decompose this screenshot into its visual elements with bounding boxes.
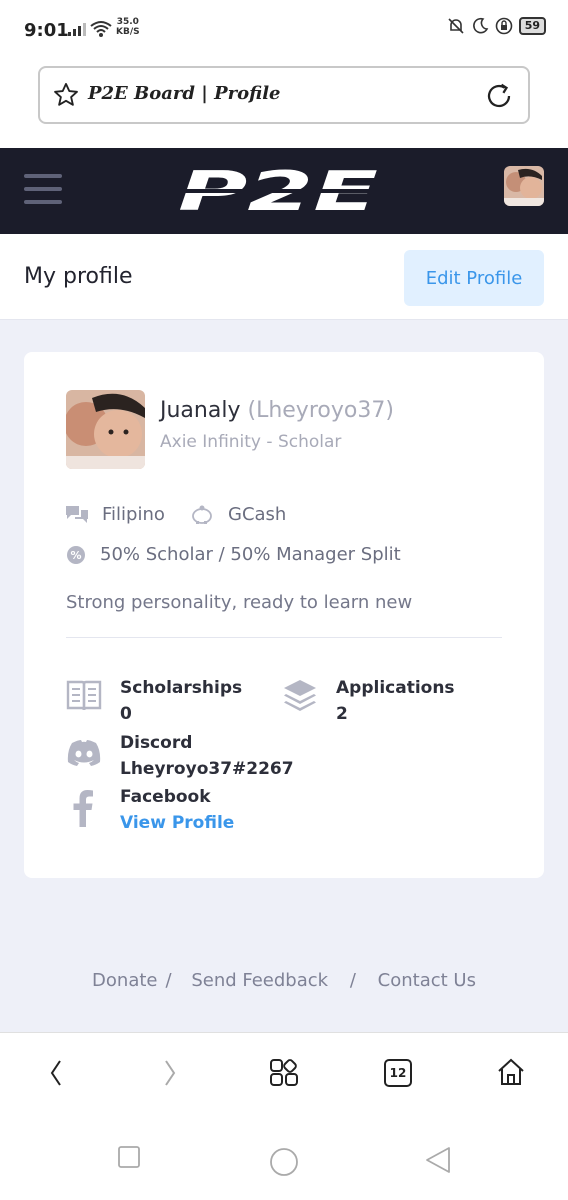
- discord-icon: [66, 739, 102, 771]
- footer-separator: /: [349, 970, 356, 991]
- net-speed: 35.0 KB/S: [116, 17, 140, 37]
- profile-name: Juanaly (Lheyroyo37): [160, 398, 394, 423]
- system-nav-bar: [0, 1120, 568, 1200]
- svg-text:%: %: [70, 549, 81, 562]
- send-feedback-link[interactable]: Send Feedback: [191, 970, 328, 991]
- grid-menu-icon[interactable]: [270, 1057, 298, 1087]
- profile-avatar: [66, 390, 145, 469]
- applications-label: Applications: [336, 678, 455, 698]
- page-title: My profile: [24, 264, 133, 289]
- applications-value: 2: [336, 704, 348, 724]
- chat-icon: [66, 505, 88, 524]
- divider: [66, 637, 502, 638]
- payment-text: GCash: [228, 504, 287, 525]
- facebook-label: Facebook: [120, 787, 211, 807]
- home-icon[interactable]: [496, 1057, 526, 1087]
- footer-links: Donate / Send Feedback / Contact Us: [0, 970, 568, 991]
- split-text: 50% Scholar / 50% Manager Split: [100, 544, 401, 565]
- moon-icon: [472, 17, 488, 34]
- menu-icon[interactable]: [24, 174, 62, 206]
- net-speed-unit: KB/S: [116, 27, 140, 37]
- page-header: My profile Edit Profile: [0, 234, 568, 320]
- profile-handle: (Lheyroyo37): [247, 398, 394, 423]
- profile-card: Juanaly (Lheyroyo37) Axie Infinity - Sch…: [24, 352, 544, 878]
- scholarships-value: 0: [120, 704, 132, 724]
- tabs-count-button[interactable]: 12: [384, 1059, 412, 1087]
- wifi-icon: [90, 21, 112, 37]
- reload-icon[interactable]: [484, 81, 514, 111]
- percent-badge-icon: %: [66, 545, 86, 565]
- lock-rotation-icon: [495, 17, 512, 35]
- browser-toolbar: P2E Board | Profile: [0, 58, 568, 148]
- back-triangle-icon[interactable]: [425, 1146, 451, 1174]
- split-item: % 50% Scholar / 50% Manager Split: [66, 544, 401, 565]
- battery-indicator: 59: [518, 17, 546, 35]
- discord-value: Lheyroyo37#2267: [120, 759, 294, 779]
- page-tab-title: P2E Board | Profile: [88, 83, 281, 104]
- address-bar[interactable]: P2E Board | Profile: [38, 66, 530, 124]
- book-icon: [66, 678, 102, 716]
- donate-link[interactable]: Donate: [92, 970, 157, 991]
- back-icon[interactable]: [46, 1057, 66, 1089]
- p2e-logo[interactable]: P2E: [176, 166, 380, 216]
- edit-profile-button[interactable]: Edit Profile: [404, 250, 544, 306]
- footer-separator: /: [165, 970, 172, 991]
- layers-icon: [282, 678, 318, 718]
- facebook-icon: [72, 789, 94, 831]
- star-icon[interactable]: [52, 81, 80, 109]
- app-header: P2E: [0, 148, 568, 234]
- language-item: Filipino: [66, 504, 165, 525]
- contact-us-link[interactable]: Contact Us: [378, 970, 476, 991]
- forward-icon[interactable]: [160, 1057, 180, 1089]
- profile-subtitle: Axie Infinity - Scholar: [160, 432, 342, 452]
- net-speed-value: 35.0: [116, 17, 139, 27]
- recents-icon[interactable]: [118, 1146, 140, 1168]
- profile-bio: Strong personality, ready to learn new: [66, 592, 413, 613]
- status-time: 9:01: [24, 20, 69, 41]
- scholarships-label: Scholarships: [120, 678, 243, 698]
- profile-display-name: Juanaly: [160, 398, 241, 423]
- facebook-view-profile-link[interactable]: View Profile: [120, 813, 234, 833]
- main-content: Juanaly (Lheyroyo37) Axie Infinity - Sch…: [0, 320, 568, 1032]
- home-circle-icon[interactable]: [269, 1147, 299, 1177]
- piggy-bank-icon: [190, 505, 214, 525]
- language-text: Filipino: [102, 504, 165, 525]
- signal-icon: [68, 23, 86, 36]
- discord-label: Discord: [120, 733, 193, 753]
- bell-muted-icon: [448, 18, 464, 34]
- browser-bottom-nav: 12: [0, 1032, 568, 1120]
- payment-item: GCash: [190, 504, 286, 525]
- header-avatar[interactable]: [504, 166, 544, 206]
- status-bar: 9:01 35.0 KB/S 59: [0, 0, 568, 58]
